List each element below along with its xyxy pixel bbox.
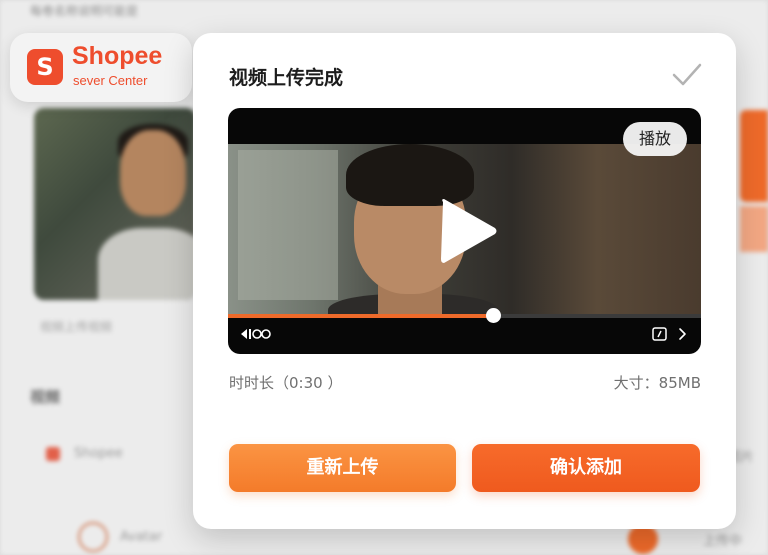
background-heading: 视频 <box>30 388 61 406</box>
background-video-thumbnail <box>34 108 196 300</box>
background-caption: 视频上传视频 <box>40 320 113 334</box>
background-orange-block <box>740 206 768 252</box>
reupload-button[interactable]: 重新上传 <box>229 444 456 492</box>
progress-handle[interactable] <box>485 308 501 323</box>
checkmark-icon[interactable] <box>672 63 702 87</box>
background-list-item: Avatar <box>78 522 162 552</box>
dialog-title: 视频上传完成 <box>229 67 344 89</box>
progress-fill <box>228 314 493 318</box>
video-file-size: 大寸：85MB <box>613 374 701 392</box>
shopee-logo: S Shopee sever Center <box>10 33 192 102</box>
upload-complete-dialog: 视频上传完成 播放 时时长（0:30 ） 大寸：85MB 重新上传 确认添加 <box>193 33 736 529</box>
logo-subtitle: sever Center <box>73 73 148 88</box>
video-duration: 时时长（0:30 ） <box>229 374 343 392</box>
screen-icon[interactable] <box>652 327 667 341</box>
volume-icon[interactable] <box>240 327 274 341</box>
background-orange-block <box>740 110 768 202</box>
background-list-item: Shopee <box>46 446 123 461</box>
background-right-label: 上传中 <box>702 534 742 549</box>
avatar <box>78 522 108 552</box>
shopee-bag-icon: S <box>27 49 63 85</box>
play-icon[interactable] <box>435 196 501 266</box>
next-icon[interactable] <box>678 327 687 341</box>
logo-name: Shopee <box>72 42 163 70</box>
background-top-text: 每卷名称说明可能是 <box>30 4 139 18</box>
shopee-icon <box>46 446 60 461</box>
play-button[interactable]: 播放 <box>622 122 687 156</box>
progress-bar[interactable] <box>228 308 701 323</box>
video-player[interactable]: 播放 <box>228 108 701 354</box>
confirm-add-button[interactable]: 确认添加 <box>472 444 700 492</box>
